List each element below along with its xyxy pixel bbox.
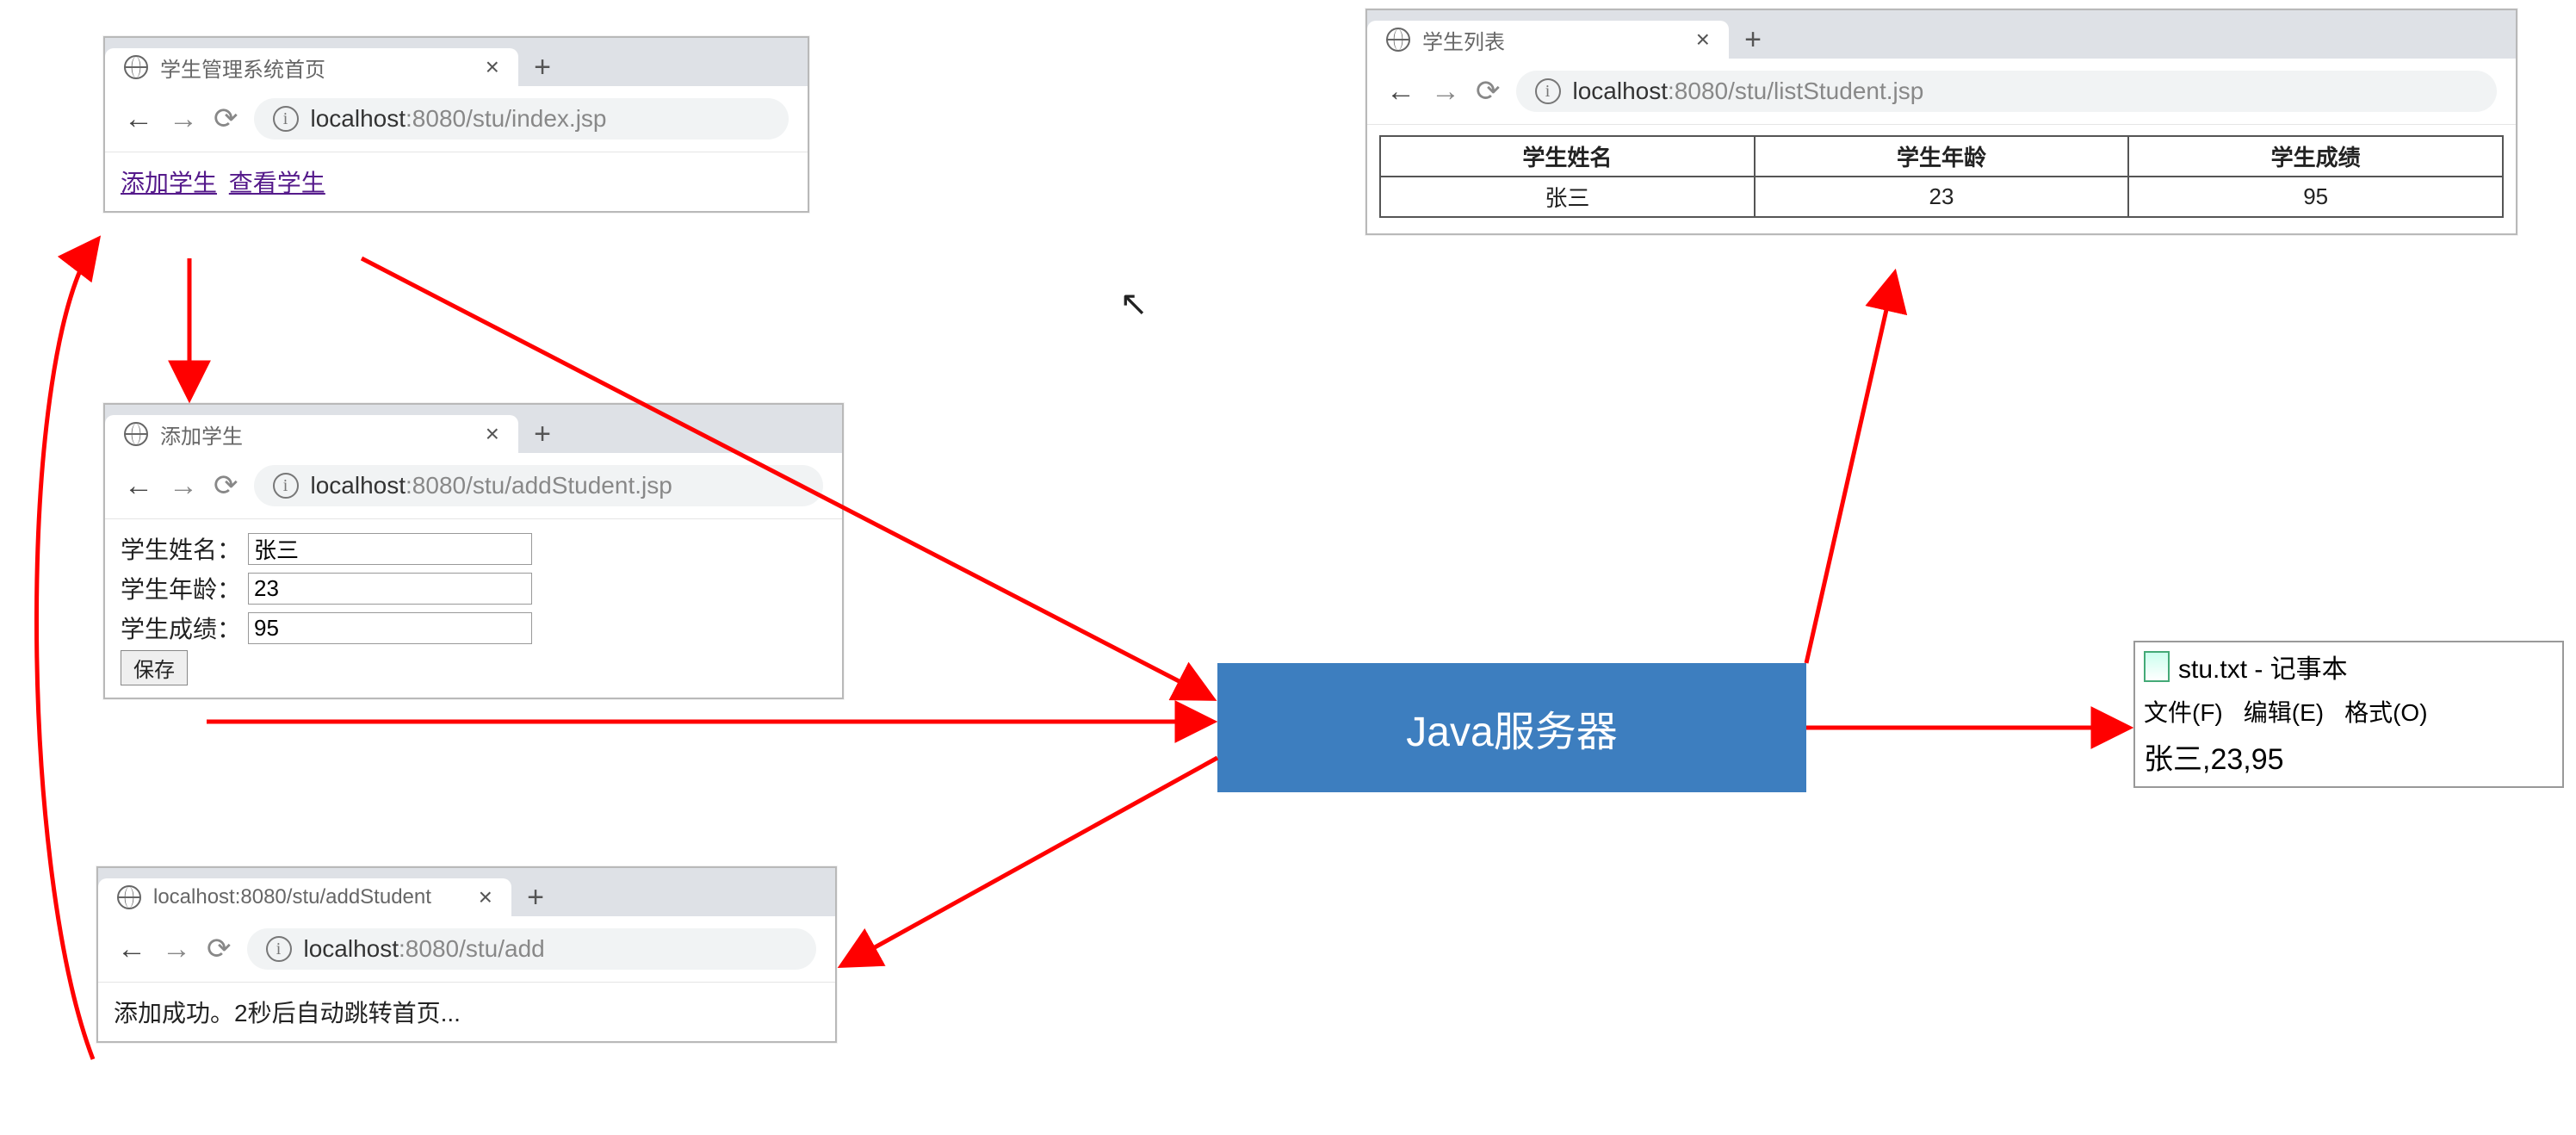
info-icon[interactable]: i (1535, 78, 1561, 104)
info-icon[interactable]: i (273, 473, 299, 499)
tab-title: localhost:8080/stu/addStudent (153, 885, 431, 909)
input-score[interactable] (248, 612, 532, 644)
address-bar: ← → ⟳ i localhost:8080/stu/index.jsp (105, 86, 808, 152)
back-icon[interactable]: ← (1386, 75, 1415, 109)
page-body: 学生姓名 学生年龄 学生成绩 张三 23 95 (1367, 125, 2516, 233)
td-name: 张三 (1380, 177, 1755, 217)
reload-icon[interactable]: ⟳ (1476, 74, 1501, 109)
tab-add[interactable]: 添加学生 × (105, 415, 518, 453)
menu-edit[interactable]: 编辑(E) (2244, 694, 2324, 729)
page-body: 学生姓名： 学生年龄： 学生成绩： 保存 (105, 519, 842, 698)
tab-bar: 学生列表 × + (1367, 10, 2516, 59)
browser-window-result: localhost:8080/stu/addStudent × + ← → ⟳ … (96, 866, 837, 1043)
server-label: Java服务器 (1406, 698, 1617, 758)
forward-icon[interactable]: → (169, 102, 198, 136)
browser-window-index: 学生管理系统首页 × + ← → ⟳ i localhost:8080/stu/… (103, 36, 809, 213)
input-age[interactable] (248, 573, 532, 605)
url-rest: :8080/stu/add (399, 935, 545, 962)
link-view-students[interactable]: 查看学生 (229, 170, 325, 196)
notepad-titlebar: stu.txt - 记事本 (2135, 642, 2562, 691)
new-tab-button[interactable]: + (1729, 21, 1777, 59)
java-server-box: Java服务器 (1217, 663, 1806, 792)
close-icon[interactable]: × (1696, 26, 1710, 53)
new-tab-button[interactable]: + (518, 415, 567, 453)
address-bar: ← → ⟳ i localhost:8080/stu/listStudent.j… (1367, 59, 2516, 125)
globe-icon (124, 55, 148, 79)
back-icon[interactable]: ← (124, 102, 153, 136)
back-icon[interactable]: ← (117, 933, 146, 966)
address-bar: ← → ⟳ i localhost:8080/stu/add (98, 916, 835, 983)
td-score: 95 (2128, 177, 2503, 217)
forward-icon[interactable]: → (169, 469, 198, 503)
notepad-content: 张三,23,95 (2135, 732, 2562, 786)
url-field[interactable]: i localhost:8080/stu/listStudent.jsp (1516, 71, 2498, 112)
new-tab-button[interactable]: + (518, 48, 567, 86)
reload-icon[interactable]: ⟳ (207, 932, 232, 966)
student-table: 学生姓名 学生年龄 学生成绩 张三 23 95 (1379, 135, 2504, 218)
cursor-icon: ↖ (1119, 284, 1149, 324)
tab-bar: localhost:8080/stu/addStudent × + (98, 868, 835, 916)
tab-list[interactable]: 学生列表 × (1367, 21, 1729, 59)
url-field[interactable]: i localhost:8080/stu/index.jsp (254, 98, 790, 140)
close-icon[interactable]: × (486, 53, 499, 81)
globe-icon (124, 422, 148, 446)
tab-index[interactable]: 学生管理系统首页 × (105, 48, 518, 86)
page-body: 添加学生 查看学生 (105, 152, 808, 211)
page-body: 添加成功。2秒后自动跳转首页... (98, 983, 835, 1041)
tab-bar: 学生管理系统首页 × + (105, 38, 808, 86)
save-button[interactable]: 保存 (121, 650, 188, 685)
input-name[interactable] (248, 533, 532, 565)
notepad-menu: 文件(F) 编辑(E) 格式(O) (2135, 691, 2562, 732)
reload-icon[interactable]: ⟳ (214, 468, 238, 503)
browser-window-list: 学生列表 × + ← → ⟳ i localhost:8080/stu/list… (1365, 9, 2517, 235)
close-icon[interactable]: × (479, 884, 492, 911)
new-tab-button[interactable]: + (511, 878, 560, 916)
tab-title: 学生管理系统首页 (160, 53, 325, 83)
tab-bar: 添加学生 × + (105, 405, 842, 453)
th-score: 学生成绩 (2128, 136, 2503, 177)
menu-format[interactable]: 格式(O) (2344, 694, 2427, 729)
url-host: localhost (1573, 78, 1669, 104)
back-icon[interactable]: ← (124, 469, 153, 503)
url-rest: :8080/stu/index.jsp (406, 105, 607, 132)
menu-file[interactable]: 文件(F) (2144, 694, 2223, 729)
tab-result[interactable]: localhost:8080/stu/addStudent × (98, 878, 511, 916)
notepad-title: stu.txt - 记事本 (2178, 648, 2348, 685)
label-score: 学生成绩： (121, 611, 241, 645)
forward-icon[interactable]: → (162, 933, 191, 966)
url-field[interactable]: i localhost:8080/stu/add (247, 928, 817, 970)
tab-title: 学生列表 (1422, 25, 1505, 55)
td-age: 23 (1755, 177, 2129, 217)
th-name: 学生姓名 (1380, 136, 1755, 177)
label-name: 学生姓名： (121, 531, 241, 566)
globe-icon (117, 885, 141, 909)
url-host: localhost (304, 935, 399, 962)
address-bar: ← → ⟳ i localhost:8080/stu/addStudent.js… (105, 453, 842, 519)
url-field[interactable]: i localhost:8080/stu/addStudent.jsp (254, 465, 824, 506)
notepad-icon (2144, 651, 2170, 682)
globe-icon (1386, 28, 1410, 52)
forward-icon[interactable]: → (1431, 75, 1460, 109)
close-icon[interactable]: × (486, 420, 499, 448)
link-add-student[interactable]: 添加学生 (121, 170, 217, 196)
result-message: 添加成功。2秒后自动跳转首页... (114, 1000, 461, 1026)
notepad-window: stu.txt - 记事本 文件(F) 编辑(E) 格式(O) 张三,23,95 (2133, 641, 2564, 788)
table-row: 张三 23 95 (1380, 177, 2503, 217)
label-age: 学生年龄： (121, 571, 241, 605)
th-age: 学生年龄 (1755, 136, 2129, 177)
reload-icon[interactable]: ⟳ (214, 102, 238, 136)
url-host: localhost (311, 105, 406, 132)
browser-window-add: 添加学生 × + ← → ⟳ i localhost:8080/stu/addS… (103, 403, 844, 699)
tab-title: 添加学生 (160, 419, 243, 450)
url-rest: :8080/stu/addStudent.jsp (406, 472, 672, 499)
info-icon[interactable]: i (266, 936, 292, 962)
info-icon[interactable]: i (273, 106, 299, 132)
url-host: localhost (311, 472, 406, 499)
url-rest: :8080/stu/listStudent.jsp (1668, 78, 1923, 104)
